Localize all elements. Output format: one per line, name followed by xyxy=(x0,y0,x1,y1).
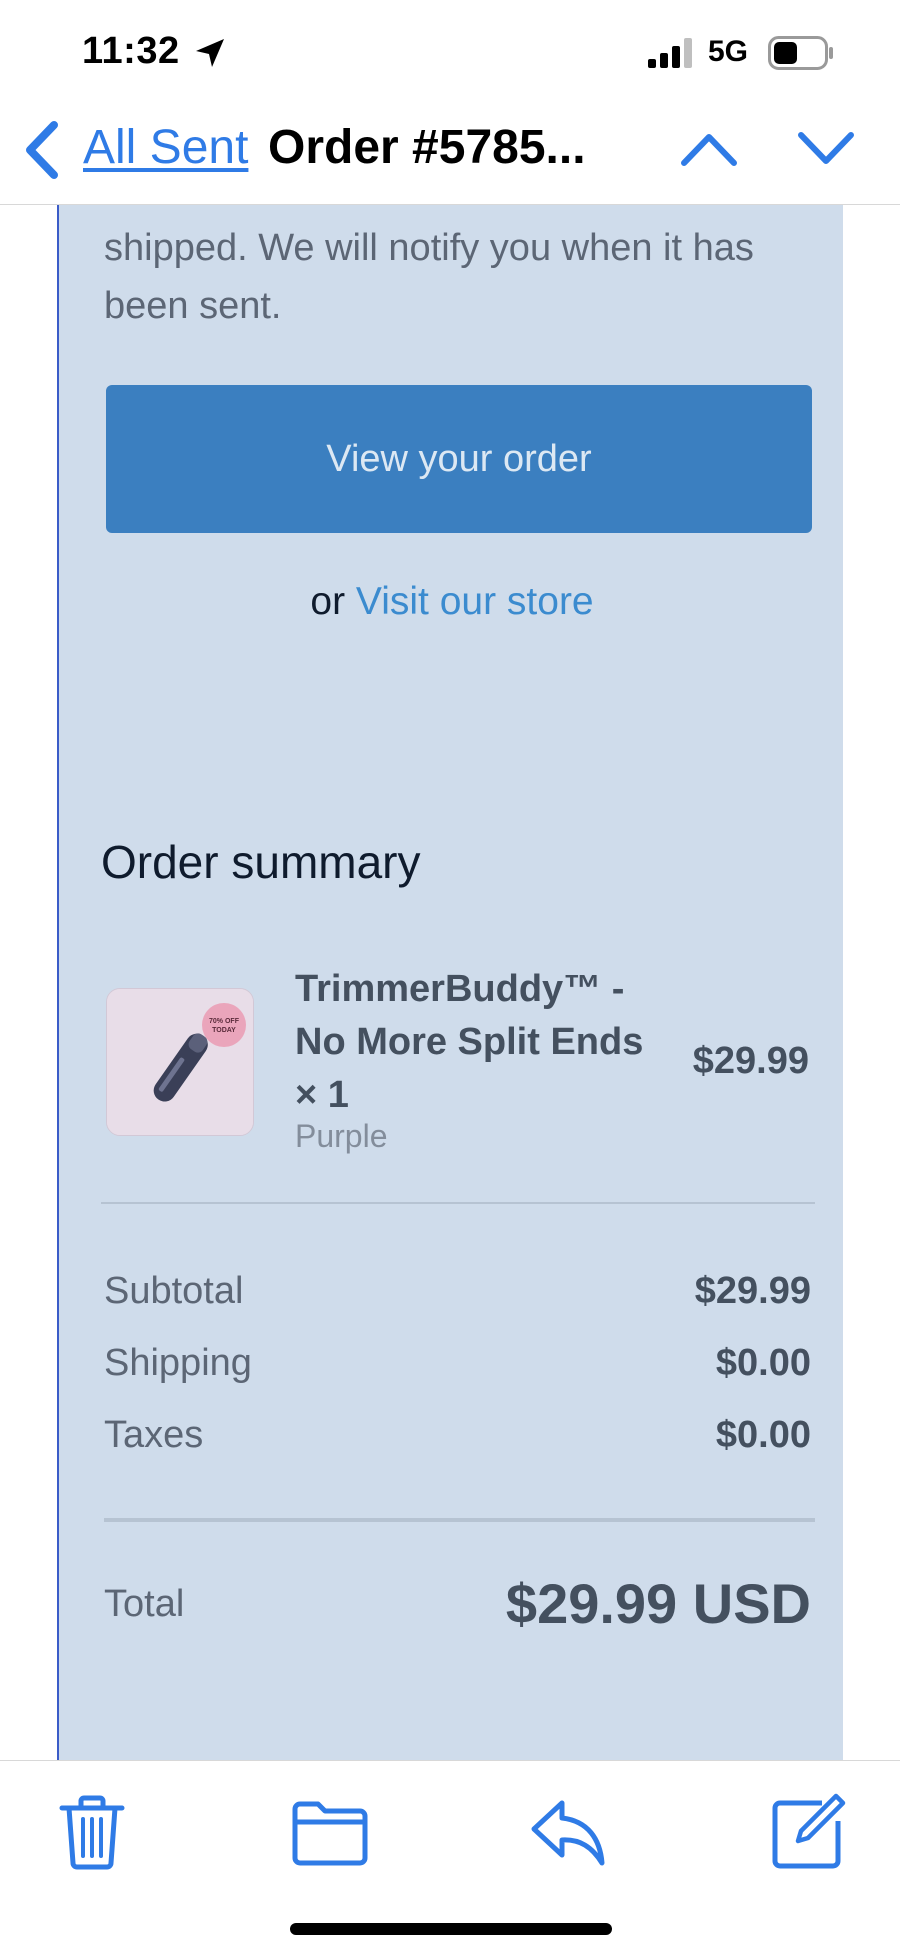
visit-store-link[interactable]: Visit our store xyxy=(356,580,594,623)
battery-icon xyxy=(768,36,833,70)
product-image: 70% OFF TODAY xyxy=(106,988,254,1136)
intro-text: shipped. We will notify you when it has … xyxy=(104,227,754,327)
product-image-graphic: 70% OFF TODAY xyxy=(107,989,253,1135)
status-bar: 11:32 5G xyxy=(0,0,900,105)
product-price: $29.99 xyxy=(692,1040,809,1082)
total-label: Total xyxy=(104,1583,185,1625)
folder-icon[interactable] xyxy=(290,1791,370,1871)
subtotal-label: Subtotal xyxy=(104,1270,244,1312)
chevron-up-icon[interactable] xyxy=(680,129,738,169)
order-summary-title: Order summary xyxy=(101,836,421,888)
divider xyxy=(104,1518,815,1522)
cellular-signal-icon xyxy=(648,38,692,68)
or-text: or xyxy=(310,580,346,623)
store-link-line: or Visit our store xyxy=(59,580,843,624)
reply-icon[interactable] xyxy=(528,1791,608,1871)
subtotal-value: $29.99 xyxy=(694,1270,811,1312)
divider xyxy=(101,1202,815,1204)
product-badge-line2: TODAY xyxy=(212,1027,236,1034)
total-value: $29.99 USD xyxy=(505,1572,811,1635)
product-name: TrimmerBuddy™ - No More Split Ends × 1 xyxy=(295,968,644,1116)
email-body: shipped. We will notify you when it has … xyxy=(57,205,843,1760)
taxes-value: $0.00 xyxy=(715,1414,811,1456)
shipping-label: Shipping xyxy=(104,1342,252,1384)
home-indicator[interactable] xyxy=(290,1923,612,1935)
status-time: 11:32 xyxy=(82,30,180,72)
trash-icon[interactable] xyxy=(52,1791,132,1871)
taxes-label: Taxes xyxy=(104,1414,204,1456)
back-button[interactable]: All Sent xyxy=(83,120,248,175)
compose-icon[interactable] xyxy=(768,1791,848,1871)
email-subject-title: Order #5785... xyxy=(268,121,586,174)
product-badge-line1: 70% OFF xyxy=(209,1018,240,1025)
view-order-button[interactable]: View your order xyxy=(106,385,812,533)
product-variant: Purple xyxy=(295,1118,388,1154)
network-type: 5G xyxy=(708,35,749,68)
bottom-toolbar xyxy=(0,1760,900,1949)
location-arrow-icon xyxy=(196,39,224,67)
chevron-left-icon[interactable] xyxy=(20,119,62,181)
navigation-bar: All Sent Order #5785... xyxy=(0,105,900,205)
shipping-value: $0.00 xyxy=(715,1342,811,1384)
chevron-down-icon[interactable] xyxy=(797,129,855,169)
